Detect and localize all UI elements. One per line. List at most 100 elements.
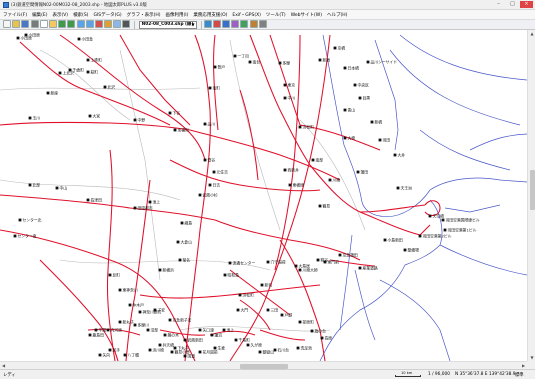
station-marker: [198, 350, 202, 354]
station-label: 新横浜: [163, 268, 175, 273]
station-label: 生麦: [218, 346, 226, 351]
station-marker: [403, 248, 407, 252]
station-label: 登戸: [218, 65, 226, 70]
zoom-out-icon[interactable]: [67, 19, 76, 28]
scroll-down-icon[interactable]: ▼: [528, 354, 535, 361]
vertical-scrollbar[interactable]: ▲ ▼: [527, 30, 535, 361]
station-marker: [133, 323, 137, 327]
station-marker: [86, 58, 90, 62]
menu-gis-data[interactable]: GISデータ(G): [93, 12, 121, 18]
menu-business[interactable]: 業務応用支援(O): [193, 12, 227, 18]
grid-icon[interactable]: [85, 19, 94, 28]
coastline-segment: [419, 129, 511, 171]
station-marker: [94, 328, 98, 332]
menu-edit[interactable]: 編集(E): [32, 12, 47, 18]
station-label: 品川: [208, 122, 216, 127]
pen-icon[interactable]: [231, 19, 240, 28]
station-marker: [366, 60, 370, 64]
station-label: 小田原: [21, 36, 33, 41]
station-marker: [210, 333, 214, 337]
menu-view[interactable]: 表示(V): [52, 12, 68, 18]
station-marker: [138, 310, 142, 314]
station-marker: [148, 200, 152, 204]
table-icon[interactable]: [113, 19, 122, 28]
station-marker: [441, 218, 445, 222]
menu-graph[interactable]: グラフ・表示(H): [127, 12, 161, 18]
station-label: 大門: [241, 308, 249, 313]
scale-bar-label: 10 km: [401, 371, 413, 375]
coastline-segment: [469, 133, 527, 151]
station-label: 戸越: [285, 313, 293, 318]
maximize-button[interactable]: □: [506, 1, 519, 8]
gps-icon[interactable]: [212, 19, 221, 28]
station-label: 東神奈川: [123, 288, 138, 293]
full-extent-icon[interactable]: [76, 19, 85, 28]
map-svg[interactable]: 小田原小田急上柿町上北沢千歳町 萩町小田原新座北沢玉川 大宮中野永福町品川下谷南町登…: [0, 30, 527, 361]
station-marker: [234, 338, 238, 342]
layer-icon[interactable]: [104, 19, 113, 28]
station-marker: [310, 329, 314, 333]
station-label: 武蔵小杉: [203, 193, 218, 198]
globe-icon[interactable]: [203, 19, 212, 28]
toolbar-separator: [200, 20, 202, 29]
measure-icon[interactable]: [94, 19, 103, 28]
ruler-icon[interactable]: [249, 19, 258, 28]
print-icon[interactable]: [30, 19, 39, 28]
new-icon[interactable]: [3, 19, 11, 28]
zoom-in-icon[interactable]: [58, 19, 67, 28]
info-icon[interactable]: [222, 19, 230, 28]
station-label: 仲木戸: [133, 303, 145, 308]
coastline-segment: [354, 269, 376, 341]
menu-search[interactable]: 検索(S): [73, 12, 88, 18]
menu-exif-gps[interactable]: Exif・GPS(X): [232, 12, 261, 18]
station-label: 久が原: [251, 343, 263, 348]
scroll-up-icon[interactable]: ▲: [528, 30, 535, 37]
minimize-button[interactable]: –: [492, 1, 505, 8]
station-marker: [418, 234, 422, 238]
chevron-down-icon: ▼: [191, 21, 195, 27]
select-icon[interactable]: [39, 19, 48, 28]
menu-file[interactable]: ファイル(F): [3, 12, 27, 18]
layer-select-value: N02-08_C003.shp (線): [141, 21, 194, 27]
station-label: 京橋: [338, 46, 346, 51]
railway-line: [0, 121, 191, 131]
station-marker: [298, 320, 302, 324]
color-icon[interactable]: [240, 19, 249, 28]
menu-image[interactable]: 画像利用(I): [166, 12, 189, 18]
horizontal-scroll-thumb[interactable]: [240, 363, 288, 369]
station-marker: [208, 86, 212, 90]
horizontal-scrollbar[interactable]: ◀ ▶: [0, 361, 527, 369]
station-label: 日本橋: [348, 66, 360, 71]
pan-icon[interactable]: [48, 19, 57, 28]
station-label: 羽田空港第2ビル: [423, 234, 452, 239]
station-label: 南町: [213, 86, 221, 91]
coastline-segment: [379, 177, 527, 217]
station-marker: [396, 186, 400, 190]
station-label: 尻手: [113, 348, 121, 353]
save-icon[interactable]: [21, 19, 30, 28]
close-button[interactable]: ×: [520, 1, 533, 8]
station-label: 花月園前: [203, 350, 218, 355]
station-marker: [212, 170, 216, 174]
station-marker: [228, 261, 232, 265]
station-label: 八丁畷: [128, 353, 140, 358]
map-canvas[interactable]: 小田原 小田急 上柿町 上北沢 千歳町 萩町 小田原 新座 北沢 玉川 大宮 中野 永福町 品川 下谷 南町登…: [0, 30, 527, 361]
settings-icon[interactable]: [258, 19, 267, 28]
station-marker: [88, 333, 92, 337]
station-label: 新座: [51, 91, 59, 96]
station-label: 御嶽山: [263, 350, 275, 355]
station-label: 三田: [271, 308, 279, 313]
camera-icon[interactable]: [122, 19, 131, 28]
station-label: 雪谷: [208, 158, 216, 163]
station-marker: [278, 61, 282, 65]
vertical-scroll-thumb[interactable]: [529, 170, 535, 210]
coastline-segment: [319, 264, 406, 361]
station-marker: [283, 96, 287, 100]
layer-select[interactable]: N02-08_C003.shp (線) ▼: [138, 20, 197, 29]
menu-website[interactable]: Webサイト(W): [291, 12, 322, 18]
menu-tools[interactable]: ツール(T): [266, 12, 286, 18]
station-label: 洗足池: [301, 346, 313, 351]
menu-help[interactable]: ヘルプ(H): [327, 12, 347, 18]
open-icon[interactable]: [12, 19, 21, 28]
coastline-segment: [444, 204, 501, 213]
